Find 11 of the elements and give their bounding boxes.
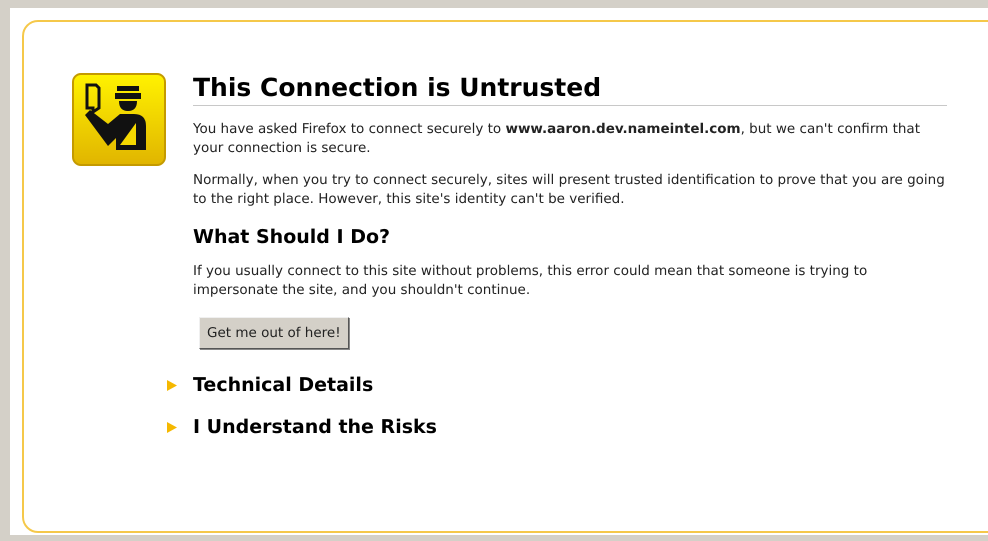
advice-paragraph: If you usually connect to this site without problems, this error could mean that someone is trying to impersonate the site, and you shouldn't continue. (193, 262, 868, 300)
page-title: This Connection is Untrusted (193, 73, 947, 106)
message-paragraph: You have asked Firefox to connect securely to www.aaron.dev.nameintel.com, but we can't confirm that your connection is secure. (193, 120, 921, 158)
expander-triangle-icon[interactable] (166, 380, 177, 391)
expander-triangle-icon[interactable] (166, 422, 177, 433)
officer-icon (72, 73, 166, 166)
get-me-out-button[interactable]: Get me out of here! (199, 317, 349, 350)
message-paragraph: Normally, when you try to connect securely, sites will present trusted identification to prove that you are going to the right place. However, this site's identity can't be verified. (193, 171, 946, 209)
section-heading: What Should I Do? (193, 225, 392, 250)
section-toggle[interactable]: I Understand the Risks (193, 415, 437, 440)
section-toggle[interactable]: Technical Details (193, 373, 374, 398)
